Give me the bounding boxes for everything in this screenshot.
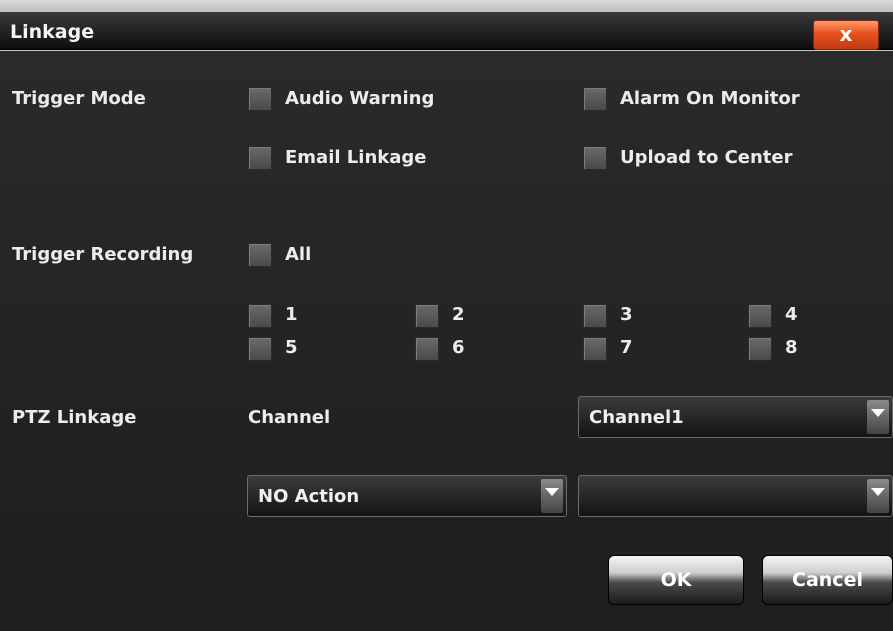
all-channels-checkbox[interactable] [248, 243, 272, 267]
channel-1-checkbox[interactable] [248, 304, 272, 328]
upload-to-center-checkbox[interactable] [583, 146, 607, 170]
cancel-button[interactable]: Cancel [762, 555, 893, 605]
channel-4-checkbox[interactable] [748, 304, 772, 328]
channel-3-checkbox[interactable] [583, 304, 607, 328]
ptz-linkage-label: PTZ Linkage [12, 407, 137, 428]
ptz-channel-label: Channel [248, 407, 331, 428]
channel-8-checkbox[interactable] [748, 337, 772, 361]
alarm-on-monitor-checkbox[interactable] [583, 87, 607, 111]
email-linkage-checkbox[interactable] [248, 146, 272, 170]
ptz-channel-value: Channel1 [589, 407, 684, 428]
close-button[interactable]: x [813, 20, 879, 50]
all-channels-label: All [285, 244, 312, 265]
channel-6-checkbox[interactable] [415, 337, 439, 361]
channel-8-label: 8 [785, 337, 798, 358]
window-title: Linkage [10, 21, 95, 43]
channel-6-label: 6 [452, 337, 465, 358]
ptz-action-value: NO Action [258, 486, 360, 507]
upload-to-center-label: Upload to Center [620, 147, 793, 168]
channel-2-checkbox[interactable] [415, 304, 439, 328]
chevron-down-icon[interactable] [867, 479, 889, 513]
channel-7-checkbox[interactable] [583, 337, 607, 361]
channel-5-label: 5 [285, 337, 298, 358]
title-bar: Linkage x [0, 12, 893, 50]
ok-button-label: OK [660, 569, 692, 591]
channel-2-label: 2 [452, 304, 465, 325]
ptz-channel-select[interactable]: Channel1 [578, 396, 893, 438]
dialog-content: Trigger Mode Audio Warning Alarm On Moni… [0, 51, 893, 631]
ok-button[interactable]: OK [608, 555, 744, 605]
close-icon: x [839, 22, 853, 46]
trigger-recording-label: Trigger Recording [12, 244, 194, 265]
trigger-mode-label: Trigger Mode [12, 88, 146, 109]
chevron-down-icon[interactable] [541, 479, 563, 513]
audio-warning-label: Audio Warning [285, 88, 435, 109]
alarm-on-monitor-label: Alarm On Monitor [620, 88, 800, 109]
channel-1-label: 1 [285, 304, 298, 325]
audio-warning-checkbox[interactable] [248, 87, 272, 111]
channel-5-checkbox[interactable] [248, 337, 272, 361]
linkage-dialog: Linkage x Trigger Mode Audio Warning Ala… [0, 0, 893, 631]
ptz-action-select[interactable]: NO Action [247, 475, 567, 517]
channel-3-label: 3 [620, 304, 633, 325]
cancel-button-label: Cancel [792, 569, 863, 591]
email-linkage-label: Email Linkage [285, 147, 427, 168]
window-top-strip [0, 0, 893, 12]
chevron-down-icon[interactable] [867, 400, 889, 434]
ptz-param-select[interactable] [578, 475, 893, 517]
channel-4-label: 4 [785, 304, 798, 325]
channel-7-label: 7 [620, 337, 633, 358]
